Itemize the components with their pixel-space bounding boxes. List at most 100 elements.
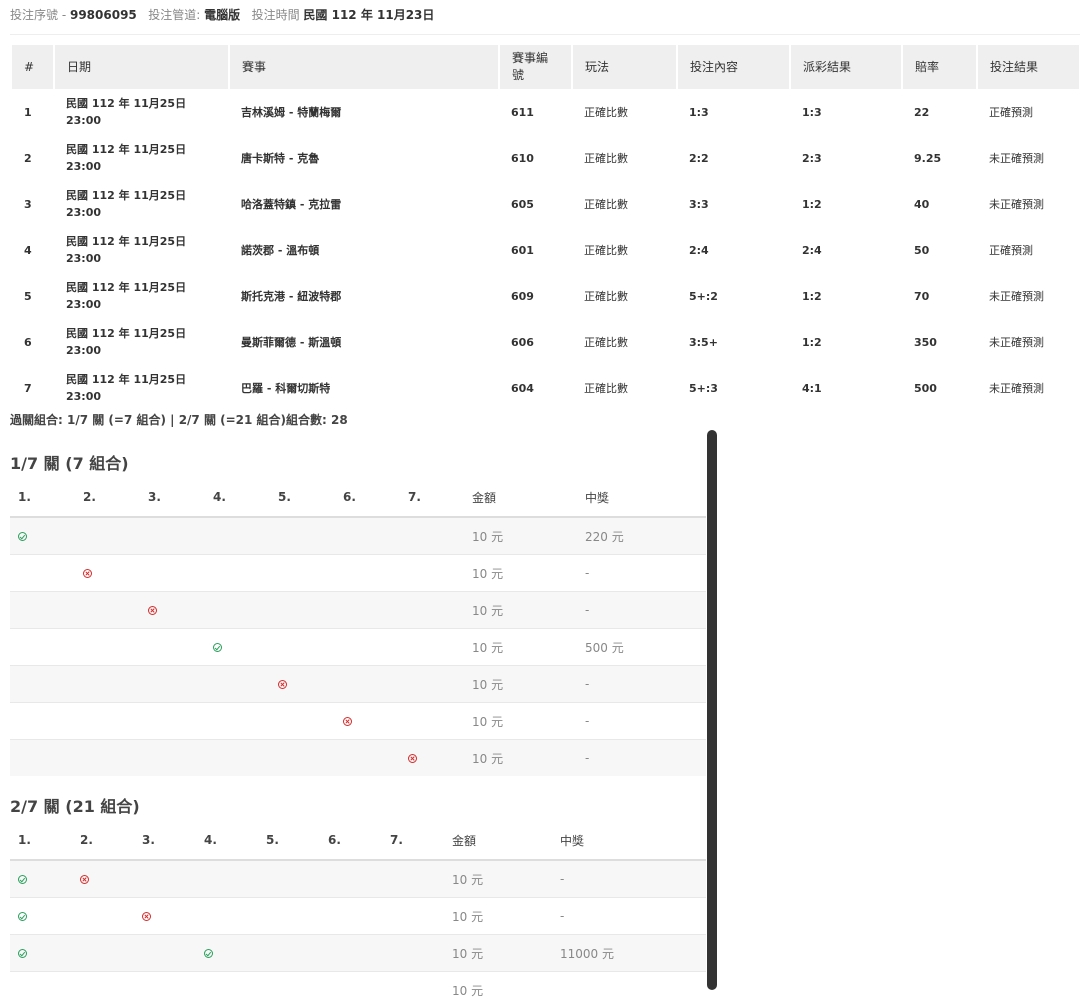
bet-play: 正確比數 bbox=[572, 181, 677, 227]
bet-no: 4 bbox=[12, 227, 54, 273]
header-divider bbox=[10, 34, 1080, 35]
combo-leg-cell bbox=[382, 935, 444, 972]
bet-result: 未正確預測 bbox=[977, 319, 1080, 365]
combo-leg-cell bbox=[400, 517, 464, 555]
bets-col-header: 賠率 bbox=[902, 45, 977, 89]
combo-leg-cell bbox=[134, 898, 196, 935]
bet-no: 1 bbox=[12, 89, 54, 135]
vertical-scrollbar[interactable] bbox=[707, 430, 717, 990]
bet-date-cell: 民國 112 年 11月25日23:00 bbox=[54, 227, 229, 273]
x-circle-icon bbox=[278, 680, 287, 689]
bet-match: 諾茨郡 - 溫布頓 bbox=[229, 227, 499, 273]
combo-col-header: 1. bbox=[10, 821, 72, 860]
combo-amount: 10 元 bbox=[464, 703, 577, 740]
bet-odds: 50 bbox=[902, 227, 977, 273]
bets-col-header: 派彩結果 bbox=[790, 45, 902, 89]
bet-no: 6 bbox=[12, 319, 54, 365]
bet-odds: 22 bbox=[902, 89, 977, 135]
serial-label: 投注序號 - bbox=[10, 8, 66, 22]
combo-leg-cell bbox=[134, 972, 196, 1008]
bets-table: #日期賽事賽事編號玩法投注內容派彩結果賠率投注結果 1民國 112 年 11月2… bbox=[12, 45, 1080, 411]
bet-result: 正確預測 bbox=[977, 227, 1080, 273]
check-circle-icon bbox=[18, 949, 27, 958]
combo-leg-cell bbox=[140, 517, 205, 555]
combo-leg-cell bbox=[75, 703, 140, 740]
combo-leg-cell bbox=[400, 740, 464, 777]
combo-col-header: 6. bbox=[335, 478, 400, 517]
bet-match-id: 605 bbox=[499, 181, 572, 227]
bets-header-row: #日期賽事賽事編號玩法投注內容派彩結果賠率投注結果 bbox=[12, 45, 1080, 89]
combo-leg-cell bbox=[258, 898, 320, 935]
bet-match-id: 611 bbox=[499, 89, 572, 135]
combo-col-header: 5. bbox=[258, 821, 320, 860]
bet-match: 哈洛蓋特鎮 - 克拉雷 bbox=[229, 181, 499, 227]
bet-row: 7民國 112 年 11月25日23:00巴羅 - 科爾切斯特604正確比數5+… bbox=[12, 365, 1080, 411]
combo-leg-cell bbox=[10, 629, 75, 666]
combo-row: 10 元- bbox=[10, 555, 706, 592]
section1-header-row: 1.2.3.4.5.6.7.金額中獎 bbox=[10, 478, 706, 517]
bet-no: 5 bbox=[12, 273, 54, 319]
combo-row: 10 元 bbox=[10, 972, 706, 1008]
combo-leg-cell bbox=[270, 555, 335, 592]
combo-prize: - bbox=[577, 592, 706, 629]
bet-no: 3 bbox=[12, 181, 54, 227]
bet-date-cell: 民國 112 年 11月25日23:00 bbox=[54, 89, 229, 135]
combo-col-header: 金額 bbox=[464, 478, 577, 517]
bet-content: 5+:3 bbox=[677, 365, 790, 411]
combo-leg-cell bbox=[10, 555, 75, 592]
bet-time: 23:00 bbox=[66, 158, 217, 175]
combo-col-header: 中獎 bbox=[552, 821, 706, 860]
combo-leg-cell bbox=[335, 555, 400, 592]
combo-leg-cell bbox=[270, 703, 335, 740]
combo-row: 10 元- bbox=[10, 666, 706, 703]
combo-col-header: 3. bbox=[140, 478, 205, 517]
combo-leg-cell bbox=[196, 935, 258, 972]
bet-play: 正確比數 bbox=[572, 365, 677, 411]
combo-col-header: 4. bbox=[205, 478, 270, 517]
check-circle-icon bbox=[213, 643, 222, 652]
combo-leg-cell bbox=[72, 935, 134, 972]
combo-col-header: 5. bbox=[270, 478, 335, 517]
combo-row: 10 元220 元 bbox=[10, 517, 706, 555]
bet-row: 2民國 112 年 11月25日23:00唐卡斯特 - 克魯610正確比數2:2… bbox=[12, 135, 1080, 181]
section1-title: 1/7 關 (7 組合) bbox=[10, 450, 129, 474]
combo-prize: - bbox=[577, 666, 706, 703]
combo-leg-cell bbox=[270, 592, 335, 629]
combo-leg-cell bbox=[205, 592, 270, 629]
bet-date: 民國 112 年 11月25日 bbox=[66, 141, 217, 158]
bet-payout: 1:3 bbox=[790, 89, 902, 135]
bet-no: 2 bbox=[12, 135, 54, 181]
section2-header-row: 1.2.3.4.5.6.7.金額中獎 bbox=[10, 821, 706, 860]
bet-match-id: 601 bbox=[499, 227, 572, 273]
bets-col-header: 日期 bbox=[54, 45, 229, 89]
bet-result: 未正確預測 bbox=[977, 273, 1080, 319]
bet-payout: 2:4 bbox=[790, 227, 902, 273]
combo-leg-cell bbox=[270, 629, 335, 666]
channel-label: 投注管道: bbox=[148, 8, 200, 22]
combo-leg-cell bbox=[10, 666, 75, 703]
combo-summary: 過關組合: 1/7 關 (=7 組合) | 2/7 關 (=21 組合)組合數:… bbox=[10, 411, 348, 428]
bet-row: 6民國 112 年 11月25日23:00曼斯菲爾德 - 斯溫頓606正確比數3… bbox=[12, 319, 1080, 365]
combo-leg-cell bbox=[72, 860, 134, 898]
combo-leg-cell bbox=[400, 703, 464, 740]
bet-odds: 500 bbox=[902, 365, 977, 411]
x-circle-icon bbox=[408, 754, 417, 763]
combo-leg-cell bbox=[258, 935, 320, 972]
combo-col-header: 7. bbox=[400, 478, 464, 517]
combo-leg-cell bbox=[258, 860, 320, 898]
bet-match-id: 610 bbox=[499, 135, 572, 181]
combo-amount: 10 元 bbox=[464, 629, 577, 666]
bet-play: 正確比數 bbox=[572, 319, 677, 365]
bet-result: 正確預測 bbox=[977, 89, 1080, 135]
combo-amount: 10 元 bbox=[464, 592, 577, 629]
section2-title: 2/7 關 (21 組合) bbox=[10, 793, 140, 817]
combo-leg-cell bbox=[75, 666, 140, 703]
combo-leg-cell bbox=[10, 972, 72, 1008]
combo-prize: - bbox=[552, 898, 706, 935]
combo-leg-cell bbox=[10, 935, 72, 972]
bet-date-cell: 民國 112 年 11月25日23:00 bbox=[54, 181, 229, 227]
combo-leg-cell bbox=[196, 898, 258, 935]
combo-leg-cell bbox=[75, 592, 140, 629]
combo-leg-cell bbox=[196, 972, 258, 1008]
bet-date: 民國 112 年 11月25日 bbox=[66, 233, 217, 250]
